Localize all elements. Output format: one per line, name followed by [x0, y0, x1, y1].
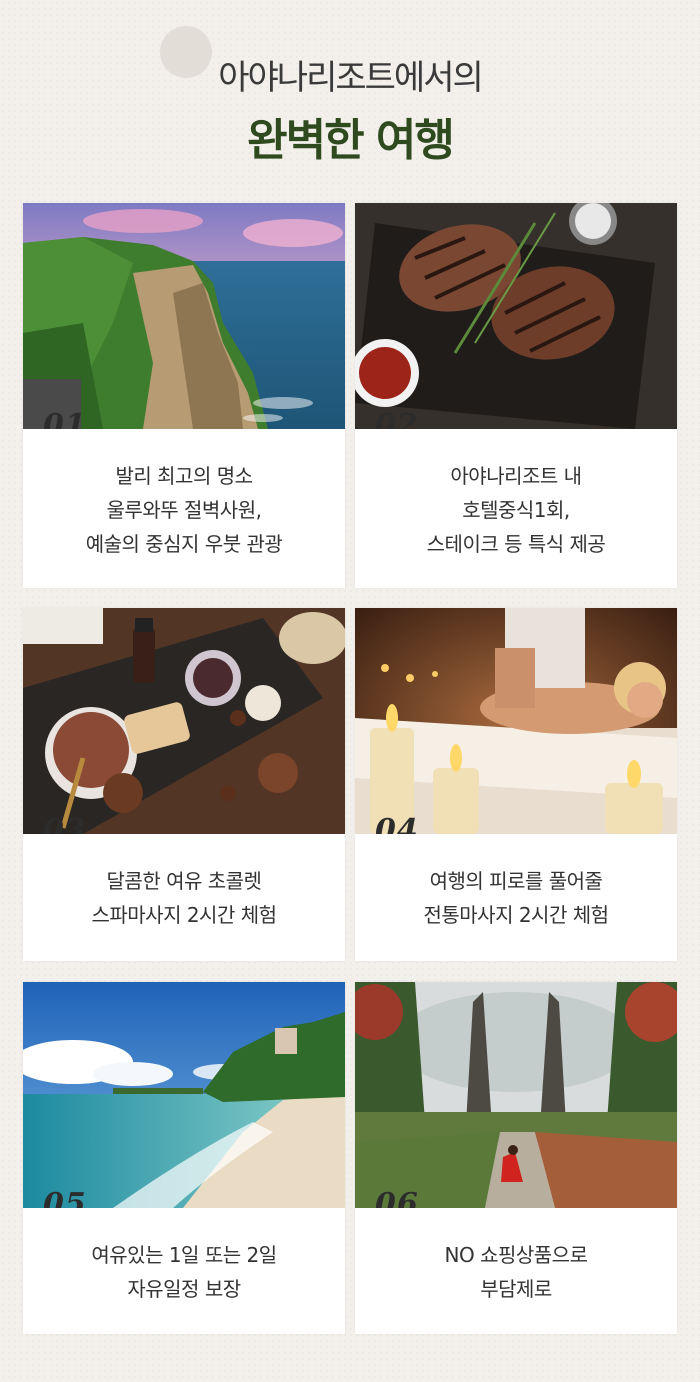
card-number: 04. — [375, 813, 431, 834]
chocolate-spa-photo: 03. — [23, 608, 345, 834]
card-description: 달콤한 여유 초콜렛 스파마사지 2시간 체험 — [23, 834, 345, 932]
card-description: 여유있는 1일 또는 2일 자유일정 보장 — [23, 1208, 345, 1306]
card-number: 03. — [43, 813, 99, 834]
temple-gate-photo: 06. — [355, 982, 677, 1208]
header-subtitle: 아야나리조트에서의 — [218, 58, 484, 98]
steak-photo: 02. — [355, 203, 677, 429]
description-line: 예술의 중심지 우붓 관광 — [85, 532, 283, 556]
description-line: NO 쇼핑상품으로 — [444, 1243, 588, 1267]
card-description: 발리 최고의 명소 울루와뚜 절벽사원, 예술의 중심지 우붓 관광 — [23, 429, 345, 561]
description-line: 여유있는 1일 또는 2일 — [91, 1243, 277, 1267]
card-description: 아야나리조트 내 호텔중식1회, 스테이크 등 특식 제공 — [355, 429, 677, 561]
feature-card-3: 03. 달콤한 여유 초콜렛 스파마사지 2시간 체험 — [23, 608, 345, 961]
description-line: 자유일정 보장 — [127, 1277, 241, 1301]
description-line: 달콤한 여유 초콜렛 — [106, 869, 262, 893]
description-line: 부담제로 — [480, 1277, 552, 1301]
cliff-ocean-photo: 01. — [23, 203, 345, 429]
feature-card-2: 02. 아야나리조트 내 호텔중식1회, 스테이크 등 특식 제공 — [355, 203, 677, 588]
description-line: 전통마사지 2시간 체험 — [423, 903, 609, 927]
feature-card-6: 06. NO 쇼핑상품으로 부담제로 — [355, 982, 677, 1334]
description-line: 스테이크 등 특식 제공 — [426, 532, 606, 556]
page-header: 아야나리조트에서의 완벽한 여행 — [0, 0, 700, 200]
card-description: 여행의 피로를 풀어줄 전통마사지 2시간 체험 — [355, 834, 677, 932]
card-number: 02. — [375, 408, 431, 429]
description-line: 발리 최고의 명소 — [115, 464, 253, 488]
description-line: 호텔중식1회, — [462, 498, 570, 522]
feature-card-5: 05. 여유있는 1일 또는 2일 자유일정 보장 — [23, 982, 345, 1334]
description-line: 여행의 피로를 풀어줄 — [429, 869, 603, 893]
beach-photo: 05. — [23, 982, 345, 1208]
card-description: NO 쇼핑상품으로 부담제로 — [355, 1208, 677, 1306]
description-line: 스파마사지 2시간 체험 — [91, 903, 277, 927]
card-number: 06. — [375, 1187, 431, 1208]
feature-card-4: 04. 여행의 피로를 풀어줄 전통마사지 2시간 체험 — [355, 608, 677, 961]
header-title: 완벽한 여행 — [247, 115, 455, 166]
description-line: 울루와뚜 절벽사원, — [106, 498, 262, 522]
description-line: 아야나리조트 내 — [450, 464, 582, 488]
card-number: 05. — [43, 1187, 99, 1208]
feature-card-1: 01. 발리 최고의 명소 울루와뚜 절벽사원, 예술의 중심지 우붓 관광 — [23, 203, 345, 588]
card-number: 01. — [43, 408, 99, 429]
massage-photo: 04. — [355, 608, 677, 834]
